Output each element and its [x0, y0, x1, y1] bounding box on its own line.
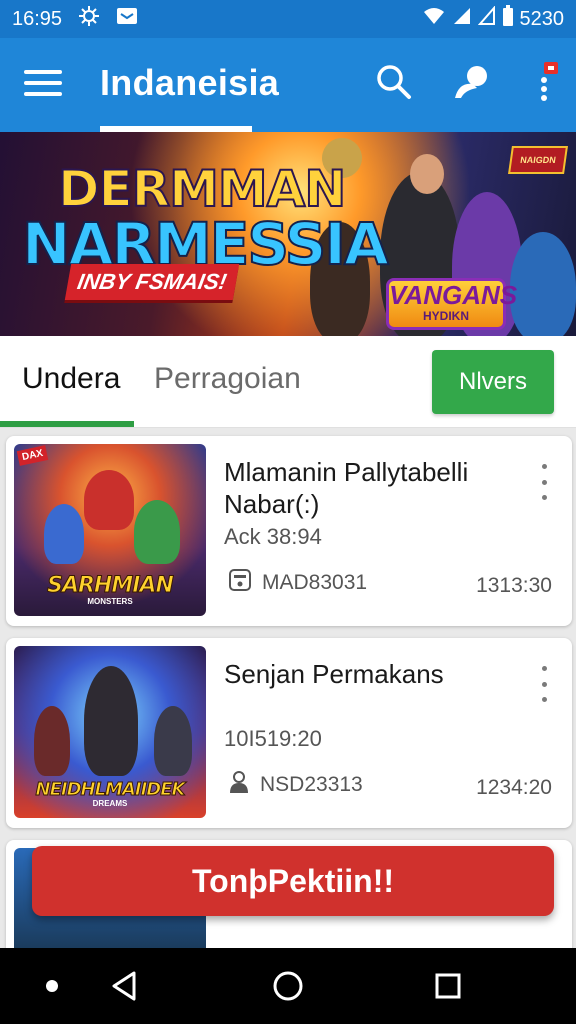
character-figure	[84, 470, 134, 530]
thumb-subtitle: MONSTERS	[87, 597, 133, 606]
tab-undera[interactable]: Undera	[22, 362, 120, 396]
hero-figure	[510, 232, 576, 336]
card-meta-left-text: NSD23313	[260, 773, 363, 796]
character-figure	[84, 666, 138, 776]
person-icon	[228, 770, 250, 800]
profile-icon[interactable]	[450, 60, 494, 104]
badge-subtitle: HYDIKN	[422, 309, 469, 323]
card-meta-right: 1234:20	[476, 776, 552, 799]
home-icon[interactable]	[268, 968, 308, 1004]
card-thumbnail: NEIDHLMAIIDEK DREAMS	[14, 646, 206, 818]
card-subtitle: Ack 38:94	[224, 524, 322, 549]
promo-toast-button[interactable]: TonþPektiin!!	[32, 846, 554, 916]
list-item[interactable]: DAX SARHMIAN MONSTERS Mlamanin Pallytabe…	[6, 436, 572, 626]
promo-banner[interactable]: NAIGDN DERMMAN NARMESSIA INBY FSMAIS! VA…	[0, 132, 576, 336]
card-meta: NSD23313	[228, 770, 363, 800]
character-figure	[34, 706, 70, 776]
thumb-corner-badge: DAX	[16, 445, 49, 466]
banner-badge: VANGANS HYDIKN	[386, 278, 518, 330]
status-time: 16:95	[12, 7, 63, 30]
card-meta: MAD83031	[228, 568, 367, 598]
hero-face	[410, 154, 444, 194]
search-icon[interactable]	[372, 60, 416, 104]
system-navigation-bar	[0, 948, 576, 1024]
more-vert-icon[interactable]	[520, 60, 564, 104]
wifi-icon	[422, 6, 446, 32]
tab-bar: Undera Perragoian Nlvers	[0, 336, 576, 428]
thumb-title: NEIDHLMAIIDEK	[35, 779, 186, 801]
dot-indicator-icon	[44, 978, 60, 994]
list-item[interactable]: NEIDHLMAIIDEK DREAMS Senjan Permakans 10…	[6, 638, 572, 828]
nlvers-button[interactable]: Nlvers	[432, 350, 554, 414]
menu-icon[interactable]	[24, 70, 62, 98]
card-title: Mlamanin Pallytabelli Nabar(:)	[224, 457, 469, 519]
recents-icon[interactable]	[428, 968, 468, 1004]
tab-perragoian[interactable]: Perragoian	[154, 362, 301, 396]
signal-icon-2	[477, 5, 496, 32]
storage-icon	[228, 568, 252, 598]
more-vert-icon[interactable]	[534, 666, 554, 702]
status-bar: 16:95 5230	[0, 0, 576, 38]
card-meta-left-text: MAD83031	[262, 571, 368, 594]
card-thumbnail: DAX SARHMIAN MONSTERS	[14, 444, 206, 616]
character-figure	[44, 504, 84, 564]
card-subtitle: 10I519:20	[224, 726, 322, 751]
card-title: Senjan Permakans	[224, 659, 444, 689]
character-figure	[154, 706, 192, 776]
app-bar: Indaneisia	[0, 38, 576, 132]
battery-level: 5230	[519, 7, 565, 30]
tab-indicator	[0, 421, 134, 427]
back-icon[interactable]	[104, 968, 144, 1004]
thumb-subtitle: DREAMS	[92, 799, 128, 808]
card-meta-right: 1313:30	[476, 574, 552, 597]
thumb-title: SARHMIAN	[47, 573, 175, 599]
more-vert-icon[interactable]	[534, 464, 554, 500]
battery-icon	[502, 5, 514, 33]
badge-title: VANGANS	[389, 280, 518, 310]
app-title: Indaneisia	[100, 62, 280, 103]
character-figure	[134, 500, 180, 564]
brand-logo: NAIGDN	[508, 146, 568, 174]
message-notification-icon	[116, 7, 138, 31]
signal-icon	[452, 6, 472, 32]
settings-notification-icon	[78, 5, 100, 33]
banner-subtitle: INBY FSMAIS!	[64, 264, 240, 300]
